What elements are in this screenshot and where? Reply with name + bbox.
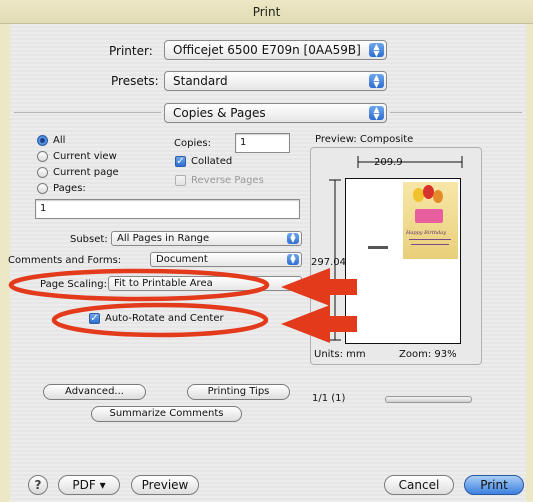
card-greeting: Happy Birthday — [406, 230, 447, 236]
advanced-button[interactable]: Advanced... — [43, 384, 146, 400]
preview-width-dim: 209.9 — [372, 157, 405, 168]
radio-all-label: All — [53, 135, 66, 146]
reverse-pages-label: Reverse Pages — [191, 175, 264, 186]
print-dialog: Printer: Officejet 6500 E709n [0AA59B] ▲… — [8, 24, 526, 502]
printing-tips-button[interactable]: Printing Tips — [187, 384, 290, 400]
separator-right — [390, 112, 522, 113]
separator-left — [14, 112, 161, 113]
comments-forms-label: Comments and Forms: — [8, 255, 122, 266]
zoom-label: Zoom: 93% — [399, 349, 457, 360]
pages-range-field[interactable]: 1 — [35, 199, 300, 219]
radio-current-page[interactable] — [37, 167, 48, 178]
progress-bar — [385, 396, 472, 403]
preview-text-line — [368, 246, 388, 249]
radio-current-page-label: Current page — [53, 167, 119, 178]
page-count: 1/1 (1) — [312, 393, 346, 404]
auto-rotate-label: Auto-Rotate and Center — [105, 313, 224, 324]
cake-icon — [415, 209, 443, 223]
printer-popup[interactable]: Officejet 6500 E709n [0AA59B] ▲ ▼ — [164, 40, 387, 60]
page-scaling-value: Fit to Printable Area — [114, 278, 213, 289]
subset-popup[interactable]: All Pages in Range ▲ ▼ — [111, 231, 302, 246]
birthday-card-image: Happy Birthday — [403, 182, 458, 259]
auto-rotate-checkbox[interactable]: ✓ — [89, 313, 100, 324]
preview-button[interactable]: Preview — [131, 475, 199, 495]
preview-height-dim: 297.04 — [311, 257, 346, 268]
printer-label: Printer: — [109, 44, 153, 58]
radio-current-view-label: Current view — [53, 151, 117, 162]
page-scaling-label: Page Scaling: — [40, 279, 107, 290]
presets-popup[interactable]: Standard ▲ ▼ — [164, 71, 387, 91]
card-text-line — [409, 239, 451, 240]
copies-field[interactable]: 1 — [235, 133, 290, 153]
section-value: Copies & Pages — [173, 106, 266, 120]
popup-arrows-icon: ▲ ▼ — [287, 232, 299, 244]
print-button[interactable]: Print — [464, 475, 524, 495]
collated-label: Collated — [191, 156, 233, 167]
radio-current-view[interactable] — [37, 151, 48, 162]
balloon-icon — [433, 190, 443, 203]
pdf-button[interactable]: PDF ▾ — [58, 475, 120, 495]
subset-label: Subset: — [70, 234, 108, 245]
collated-checkbox[interactable]: ✓ — [175, 156, 186, 167]
presets-label: Presets: — [111, 74, 159, 88]
window-title: Print — [0, 0, 533, 24]
popup-arrows-icon: ▲ ▼ — [369, 74, 384, 89]
radio-pages-label: Pages: — [53, 183, 86, 194]
popup-arrows-icon: ▲ ▼ — [369, 43, 384, 58]
subset-value: All Pages in Range — [117, 233, 210, 244]
popup-arrows-icon: ▲ ▼ — [287, 253, 299, 265]
units-label: Units: mm — [314, 349, 366, 360]
summarize-comments-button[interactable]: Summarize Comments — [91, 406, 242, 422]
preview-title: Preview: Composite — [315, 134, 414, 145]
popup-arrows-icon: ▲ ▼ — [369, 106, 384, 121]
reverse-pages-checkbox[interactable] — [175, 175, 186, 186]
printer-value: Officejet 6500 E709n [0AA59B] — [173, 43, 361, 57]
help-button[interactable]: ? — [28, 475, 48, 495]
preview-page: Happy Birthday — [345, 178, 461, 344]
radio-all[interactable] — [37, 135, 48, 146]
comments-forms-popup[interactable]: Document ▲ ▼ — [150, 252, 302, 267]
presets-value: Standard — [173, 74, 228, 88]
card-text-line — [411, 244, 449, 245]
radio-pages[interactable] — [37, 183, 48, 194]
section-popup[interactable]: Copies & Pages ▲ ▼ — [164, 103, 387, 123]
page-scaling-popup[interactable]: Fit to Printable Area — [108, 276, 302, 291]
comments-forms-value: Document — [156, 254, 208, 265]
cancel-button[interactable]: Cancel — [384, 475, 454, 495]
copies-label: Copies: — [174, 138, 211, 149]
